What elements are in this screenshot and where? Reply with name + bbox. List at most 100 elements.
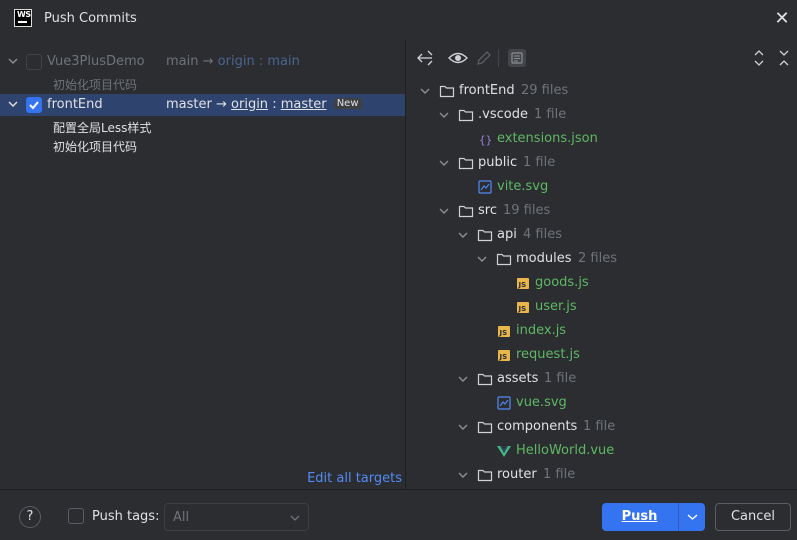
tree-node-count: 1 file (544, 371, 577, 386)
js-file-icon: JS (517, 278, 529, 289)
vue-file-icon (497, 446, 511, 457)
repo-checkbox[interactable] (26, 97, 42, 113)
edit-pencil-icon[interactable] (473, 47, 495, 69)
svg-file-icon (478, 180, 492, 194)
remote-name[interactable]: origin (231, 97, 268, 112)
tree-folder-node[interactable]: frontEnd 29 files (406, 79, 797, 103)
push-options-dropdown[interactable] (678, 503, 705, 531)
tree-file-node[interactable]: vite.svg (406, 175, 797, 199)
folder-icon (477, 373, 493, 386)
chevron-down-icon (290, 515, 300, 521)
cancel-button[interactable]: Cancel (715, 503, 791, 531)
remote-name[interactable]: origin (218, 54, 255, 69)
tree-node-label: index.js (516, 323, 567, 338)
svg-file-icon (497, 396, 511, 410)
folder-icon (458, 157, 474, 170)
chevron-down-icon[interactable] (8, 56, 18, 66)
commit-item[interactable]: 配置全局Less样式 (53, 119, 151, 136)
expand-all-icon[interactable] (748, 47, 770, 69)
tree-node-count: 4 files (523, 227, 562, 242)
push-tags-label: Push tags: (92, 509, 160, 524)
repo-row-frontend[interactable]: frontEnd master → origin : master New (0, 94, 405, 116)
commit-item[interactable]: 初始化项目代码 (53, 76, 137, 93)
folder-icon (458, 109, 474, 122)
push-tags-checkbox[interactable] (68, 508, 84, 524)
collapse-arrows-icon[interactable] (414, 47, 436, 69)
changes-pane: frontEnd 29 files .vscode 1 file {} extension… (406, 40, 797, 489)
chevron-down-icon[interactable] (458, 374, 468, 384)
push-target[interactable]: master → origin : master New (166, 97, 362, 112)
tree-file-node[interactable]: HelloWorld.vue (406, 439, 797, 463)
dialog-title: Push Commits (44, 11, 137, 26)
tree-node-label: user.js (535, 299, 577, 314)
separator: : (258, 54, 264, 69)
chevron-down-icon[interactable] (458, 422, 468, 432)
tree-node-label: src (478, 203, 497, 218)
tree-file-node[interactable]: JS request.js (406, 343, 797, 367)
chevron-down-icon[interactable] (8, 99, 18, 109)
tree-folder-node[interactable]: components 1 file (406, 415, 797, 439)
tree-node-count: 19 files (503, 203, 551, 218)
tree-node-label: modules (516, 251, 572, 266)
collapse-all-icon[interactable] (773, 47, 795, 69)
arrow: → (202, 54, 214, 69)
commits-pane: Vue3PlusDemo main → origin : main 初始化项目代… (0, 40, 405, 489)
tree-folder-node[interactable]: router 1 file (406, 463, 797, 487)
tree-node-label: vue.svg (516, 395, 567, 410)
tree-node-label: router (497, 467, 537, 482)
tree-node-label: extensions.json (497, 131, 598, 146)
tree-node-label: goods.js (535, 275, 589, 290)
chevron-down-icon[interactable] (420, 86, 430, 96)
checkmark-icon (29, 101, 39, 110)
commit-item[interactable]: 初始化项目代码 (53, 138, 137, 155)
local-branch: main (166, 54, 199, 69)
tree-node-label: HelloWorld.vue (516, 443, 615, 458)
tree-node-count: 2 files (578, 251, 617, 266)
footer-separator (0, 489, 797, 490)
push-tags-dropdown[interactable]: All (164, 503, 309, 531)
svg-text:JS: JS (518, 281, 527, 289)
push-button[interactable]: Push (602, 503, 677, 531)
tree-file-node[interactable]: JS index.js (406, 319, 797, 343)
chevron-down-icon[interactable] (439, 206, 449, 216)
remote-branch[interactable]: master (281, 97, 327, 112)
svg-text:JS: JS (499, 353, 508, 361)
tree-node-count: 1 file (534, 107, 567, 122)
chevron-down-icon[interactable] (439, 110, 449, 120)
commit-details-icon[interactable] (506, 47, 528, 69)
folder-icon (496, 253, 512, 266)
tree-node-label: api (497, 227, 517, 242)
chevron-down-icon[interactable] (439, 158, 449, 168)
close-icon[interactable]: ✕ (771, 8, 793, 30)
tree-folder-node[interactable]: modules 2 files (406, 247, 797, 271)
folder-icon (477, 229, 493, 242)
tree-folder-node[interactable]: public 1 file (406, 151, 797, 175)
edit-all-targets-link[interactable]: Edit all targets (307, 471, 402, 486)
tree-node-count: 29 files (521, 83, 569, 98)
folder-icon (477, 469, 493, 482)
repo-row-vue3plusdemo[interactable]: Vue3PlusDemo main → origin : main (0, 51, 405, 73)
folder-icon (477, 421, 493, 434)
chevron-down-icon[interactable] (477, 254, 487, 264)
tree-folder-node[interactable]: src 19 files (406, 199, 797, 223)
tree-file-node[interactable]: JS goods.js (406, 271, 797, 295)
tree-folder-node[interactable]: api 4 files (406, 223, 797, 247)
tree-file-node[interactable]: vue.svg (406, 391, 797, 415)
eye-icon[interactable] (447, 47, 469, 69)
tree-node-label: assets (497, 371, 539, 386)
tree-folder-node[interactable]: assets 1 file (406, 367, 797, 391)
tree-file-node[interactable]: JS user.js (406, 295, 797, 319)
repo-checkbox[interactable] (26, 54, 42, 70)
tree-file-node[interactable]: {} extensions.json (406, 127, 797, 151)
tree-node-label: public (478, 155, 518, 170)
remote-branch[interactable]: main (267, 54, 299, 69)
push-target[interactable]: main → origin : main (166, 54, 300, 69)
svg-text:JS: JS (499, 329, 508, 337)
webstorm-logo-icon: WS (14, 9, 32, 27)
help-button[interactable]: ? (19, 506, 41, 528)
chevron-down-icon[interactable] (458, 230, 468, 240)
new-branch-badge: New (333, 98, 362, 109)
tree-folder-node[interactable]: .vscode 1 file (406, 103, 797, 127)
push-tags-value: All (173, 510, 190, 525)
chevron-down-icon[interactable] (458, 470, 468, 480)
